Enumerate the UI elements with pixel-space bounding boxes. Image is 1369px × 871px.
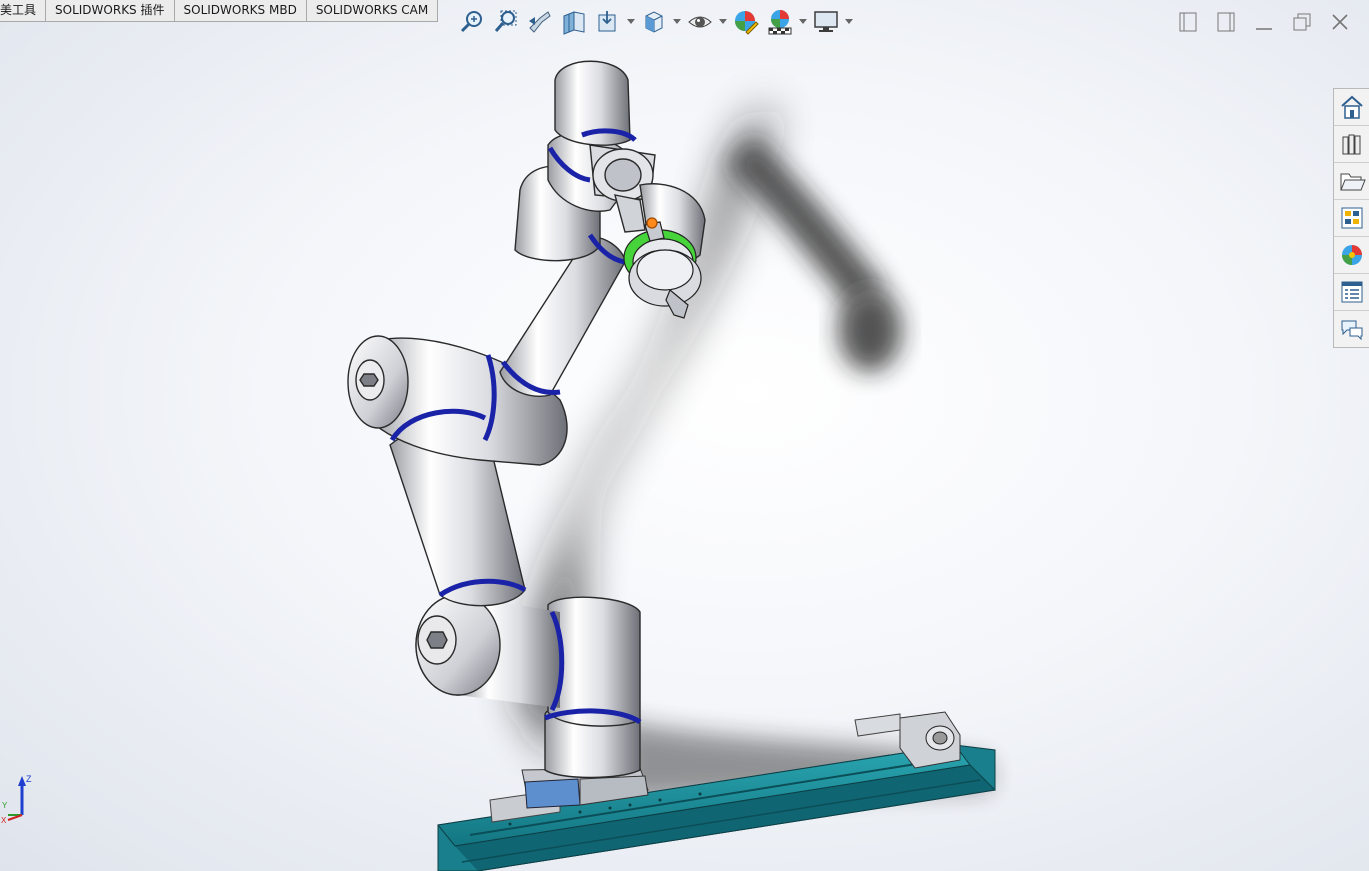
coordinate-triad: Z Y X bbox=[1, 774, 32, 825]
graphics-area[interactable] bbox=[0, 0, 1369, 871]
triad-y-label: Y bbox=[2, 801, 8, 810]
triad-z-label: Z bbox=[26, 774, 32, 784]
robot-arm bbox=[347, 60, 706, 779]
triad-x-label: X bbox=[1, 816, 7, 825]
